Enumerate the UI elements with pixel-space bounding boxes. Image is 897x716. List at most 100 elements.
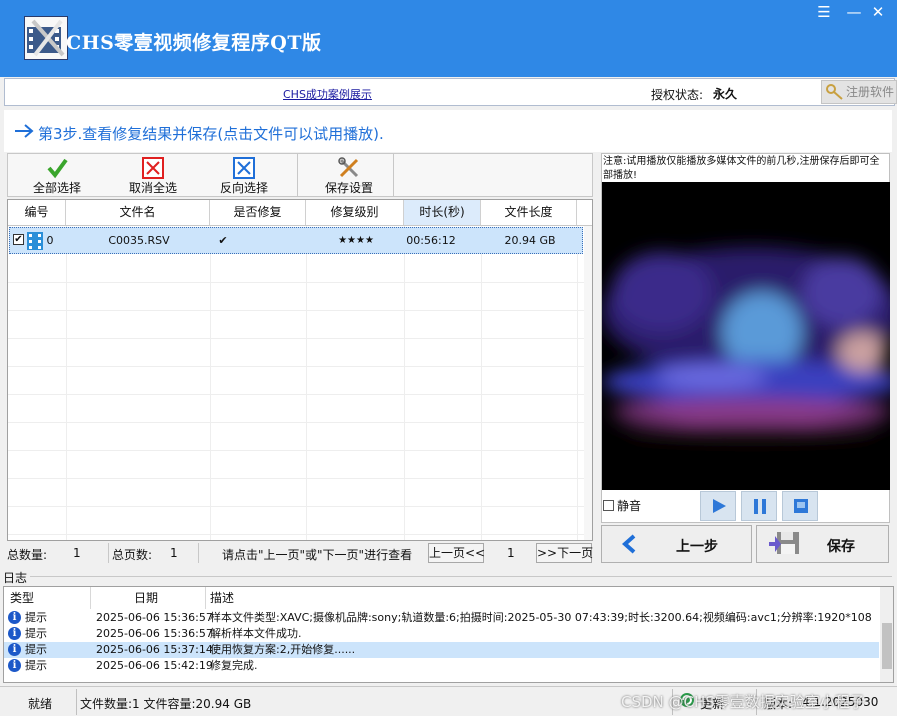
log-desc: 修复完成. <box>210 659 258 672</box>
prev-step-button[interactable]: 上一步 <box>601 525 752 563</box>
auth-status-value: 永久 <box>713 87 738 101</box>
toolbar-separator <box>393 154 394 196</box>
col-filename[interactable]: 文件名 <box>66 200 210 225</box>
divider <box>30 576 892 577</box>
preview-panel: 注意:试用播放仅能播放多媒体文件的前几秒,注册保存后即可全部播放! 静音 <box>601 153 890 523</box>
log-type: 提示 <box>25 643 47 656</box>
col-repaired[interactable]: 是否修复 <box>210 200 306 225</box>
grid-line <box>306 226 307 540</box>
close-icon[interactable]: ✕ <box>867 2 889 22</box>
grid-line <box>8 450 592 451</box>
log-row[interactable]: i 提示 2025-06-06 15:37:14 使用恢复方案:2,开始修复..… <box>4 642 879 658</box>
separator <box>76 689 77 715</box>
row-checkbox[interactable]: ✔ <box>13 234 24 245</box>
prev-page-button[interactable]: 上一页<< <box>428 543 485 563</box>
separator <box>198 543 199 563</box>
cell-duration: 00:56:12 <box>406 234 456 247</box>
table-scrollbar[interactable] <box>584 226 592 540</box>
invert-box-icon <box>233 157 255 179</box>
cell-size: 20.94 GB <box>504 234 556 247</box>
pause-button[interactable] <box>741 491 777 521</box>
info-icon: i <box>8 659 21 672</box>
log-date: 2025-06-06 15:36:57 <box>96 611 213 624</box>
log-type: 提示 <box>25 611 47 624</box>
invert-selection-label: 反向选择 <box>219 181 268 195</box>
grid-line <box>8 310 592 311</box>
total-count-label: 总数量: <box>7 548 48 562</box>
log-row[interactable]: i 提示 2025-06-06 15:42:19 修复完成. <box>4 658 879 674</box>
check-icon <box>46 157 68 179</box>
save-label: 保存 <box>827 539 855 555</box>
cell-id: 0 <box>46 234 54 247</box>
minimize-icon[interactable]: — <box>843 2 865 22</box>
mute-label: 静音 <box>617 499 642 513</box>
stop-icon <box>794 499 808 516</box>
grid-line <box>8 282 592 283</box>
arrow-right-icon <box>14 124 34 141</box>
status-summary: 文件数量:1 文件容量:20.94 GB <box>80 697 252 711</box>
next-page-button[interactable]: >>下一页 <box>536 543 593 563</box>
log-date: 2025-06-06 15:42:19 <box>96 659 213 672</box>
log-section-title: 日志 <box>3 571 28 585</box>
mute-checkbox[interactable]: 静音 <box>603 497 641 514</box>
paging-hint: 请点击"上一页"或"下一页"进行查看 <box>222 548 413 562</box>
log-col-date[interactable]: 日期 <box>134 587 158 609</box>
toolbar-separator <box>297 154 298 196</box>
log-col-desc[interactable]: 描述 <box>210 587 234 609</box>
step-header: 第3步.查看修复结果并保存(点击文件可以试用播放). <box>4 110 892 152</box>
log-desc: 使用恢复方案:2,开始修复...... <box>210 643 356 656</box>
app-logo <box>24 16 68 60</box>
col-level[interactable]: 修复级别 <box>306 200 404 225</box>
cell-repaired: ✔ <box>218 234 228 247</box>
invert-selection-button[interactable]: 反向选择 <box>201 154 287 196</box>
case-showcase-link[interactable]: CHS成功案例展示 <box>283 86 372 102</box>
table-header: 编号 文件名 是否修复 修复级别 时长(秒) 文件长度 <box>8 200 592 226</box>
log-table: 类型 日期 描述 i 提示 2025-06-06 15:36:57 样本文件类型… <box>3 586 894 683</box>
log-row[interactable]: i 提示 2025-06-06 15:36:57 解析样本文件成功. <box>4 626 879 642</box>
step-text: 第3步.查看修复结果并保存(点击文件可以试用播放). <box>38 125 384 143</box>
info-icon: i <box>8 611 21 624</box>
grid-line <box>8 394 592 395</box>
log-date: 2025-06-06 15:36:57 <box>96 627 213 640</box>
col-duration[interactable]: 时长(秒) <box>404 200 481 225</box>
log-row[interactable]: i 提示 2025-06-06 15:36:57 样本文件类型:XAVC;摄像机… <box>4 610 879 626</box>
play-button[interactable] <box>700 491 736 521</box>
play-icon <box>712 499 726 516</box>
col-id[interactable]: 编号 <box>8 200 66 225</box>
register-button[interactable]: 注册软件 <box>821 80 897 104</box>
film-icon <box>26 231 44 254</box>
key-icon <box>826 84 844 107</box>
total-count-value: 1 <box>73 546 81 560</box>
grid-line <box>8 506 592 507</box>
col-size[interactable]: 文件长度 <box>481 200 577 225</box>
stop-button[interactable] <box>782 491 818 521</box>
save-button[interactable]: 保存 <box>756 525 889 563</box>
paging-bar: 总数量: 1 总页数: 1 请点击"上一页"或"下一页"进行查看 上一页<< 1… <box>7 543 593 563</box>
grid-line <box>577 226 578 540</box>
page-count-value: 1 <box>170 546 178 560</box>
log-scrollbar[interactable] <box>880 587 893 682</box>
grid-line <box>66 226 67 540</box>
cell-filename: C0035.RSV <box>108 234 170 247</box>
file-table: 编号 文件名 是否修复 修复级别 时长(秒) 文件长度 ✔ 0 C0035.RS… <box>7 199 593 541</box>
log-date: 2025-06-06 15:37:14 <box>96 643 213 656</box>
register-button-label: 注册软件 <box>846 85 895 99</box>
tools-icon <box>338 157 360 179</box>
menu-icon[interactable]: ☰ <box>813 2 835 22</box>
deselect-all-button[interactable]: 取消全选 <box>110 154 196 196</box>
video-preview[interactable] <box>602 182 890 490</box>
log-col-type[interactable]: 类型 <box>10 587 34 609</box>
info-row: CHS成功案例展示 授权状态: 永久 注册软件 <box>4 78 897 106</box>
scroll-thumb[interactable] <box>882 623 892 669</box>
log-type: 提示 <box>25 627 47 640</box>
grid-line <box>8 534 592 535</box>
pause-icon <box>753 499 767 517</box>
select-all-button[interactable]: 全部选择 <box>14 154 100 196</box>
auth-status-label: 授权状态: <box>651 88 704 102</box>
table-row[interactable]: ✔ 0 C0035.RSV ✔ ★★★★ 00:56:12 20.94 GB <box>9 227 583 254</box>
save-disk-icon <box>767 530 801 562</box>
log-desc: 解析样本文件成功. <box>210 627 302 640</box>
prev-step-label: 上一步 <box>676 539 718 555</box>
save-settings-button[interactable]: 保存设置 <box>306 154 392 196</box>
grid-line <box>404 226 405 540</box>
